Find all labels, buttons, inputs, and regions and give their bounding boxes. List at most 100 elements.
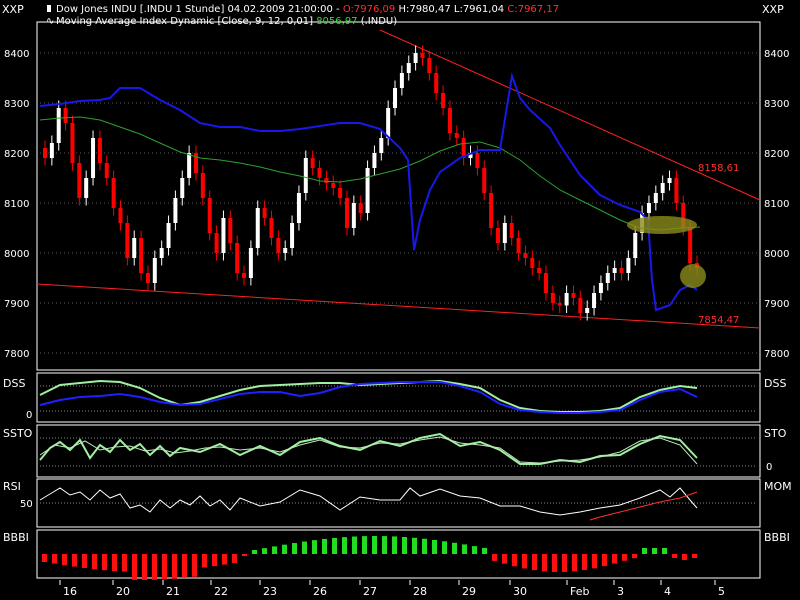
bbbi-bar (112, 554, 117, 572)
bbbi-bar (392, 536, 397, 554)
candle-body (255, 208, 260, 248)
x-tick-label: 28 (413, 585, 427, 598)
upper-channel-label: 8158,61 (698, 163, 739, 174)
price-y-tick-left: 8000 (4, 249, 29, 260)
candle-body (125, 223, 130, 258)
header-high: H:7980,47 (395, 4, 454, 15)
candle-body (324, 178, 329, 183)
price-y-tick-left: 8200 (4, 149, 29, 160)
bbbi-bar (682, 554, 687, 560)
candle-body (187, 153, 192, 178)
candle-body (674, 178, 679, 203)
candle-body (592, 293, 597, 308)
header-close: C:7967,17 (507, 4, 559, 15)
bbbi-bar (52, 554, 57, 564)
bbbi-bar (522, 554, 527, 569)
bbbi-bar (332, 537, 337, 554)
bbbi-bar (552, 554, 557, 572)
x-tick-labels: 16 20 21 22 23 26 27 28 29 30 Feb 3 4 5 (59, 580, 725, 598)
candle-body (200, 173, 205, 198)
candle-body (434, 73, 439, 93)
bbbi-bar (422, 538, 427, 554)
bbbi-bar (172, 554, 177, 579)
candle-body (441, 93, 446, 108)
candle-body (56, 108, 61, 143)
dss-zero-tick: 0 (26, 410, 32, 421)
rsi-50-tick: 50 (20, 499, 33, 510)
candle-body (489, 193, 494, 228)
candle-body (207, 198, 212, 233)
x-tick-label: 23 (263, 585, 277, 598)
candle-legend-icon (47, 5, 51, 12)
candle-body (358, 203, 363, 213)
bbbi-bar (572, 554, 577, 572)
candle-body (43, 148, 47, 158)
bbbi-bar (72, 554, 77, 567)
bbbi-bar (292, 543, 297, 554)
candle-body (626, 258, 631, 273)
candle-body (502, 223, 507, 243)
bbbi-bar (692, 554, 697, 558)
candle-body (393, 88, 398, 108)
price-y-tick-right: 8100 (764, 199, 789, 210)
bbbi-bar (582, 554, 587, 571)
bbbi-bar (452, 542, 457, 554)
candle-body (166, 223, 171, 248)
chart-stage: 7800 7800 7900 7900 8000 8000 8100 8100 8200 8200… (2, 3, 792, 598)
candle-body (132, 238, 137, 258)
sto-label-left: SSTO (3, 427, 33, 440)
bbbi-bar (162, 554, 167, 580)
header-line-1: Dow Jones INDU [.INDU 1 Stunde] 04.02.20… (56, 4, 559, 15)
sto-label-right: STO (764, 427, 787, 440)
candle-body (338, 188, 343, 198)
bbbi-bar (282, 544, 287, 554)
candle-body (139, 238, 144, 273)
x-tick-label: 27 (363, 585, 377, 598)
candle-body (296, 193, 301, 223)
price-y-tick-left: 8300 (4, 99, 29, 110)
candle-body (406, 63, 411, 73)
bbbi-bar (362, 536, 367, 554)
price-y-tick-left: 8100 (4, 199, 29, 210)
header-line-2: Moving Average Index Dynamic [Close, 9, … (56, 16, 397, 27)
bbbi-bar (672, 554, 677, 558)
lower-channel-label: 7854,47 (698, 315, 739, 326)
x-tick-label: 16 (63, 585, 77, 598)
bbbi-bar (492, 554, 497, 561)
candle-body (420, 53, 425, 58)
candle-body (454, 133, 459, 138)
bbbi-bar (512, 554, 517, 567)
candle-body (331, 183, 336, 188)
candle-body (111, 178, 116, 208)
rsi-label-left: RSI (3, 480, 21, 493)
bbbi-bar (352, 536, 357, 554)
bbbi-label-left: BBBI (3, 531, 29, 544)
candle-body (516, 238, 521, 253)
candle-body (660, 183, 665, 193)
candle-body (180, 178, 185, 198)
bbbi-bar (222, 554, 227, 565)
candle-body (413, 53, 418, 63)
x-tick-label: 30 (513, 585, 527, 598)
candle-body (585, 308, 590, 313)
dss-label-right: DSS (764, 377, 786, 390)
bbbi-bar (82, 554, 87, 568)
currency-left: XXP (2, 3, 24, 16)
candle-body (49, 143, 54, 158)
main-price-panel[interactable] (36, 21, 761, 371)
price-y-tick-right: 8200 (764, 149, 789, 160)
bbbi-bar (152, 554, 157, 580)
header-low: L:7961,04 (454, 4, 507, 15)
candle-body (310, 158, 315, 168)
candle-body (509, 223, 514, 238)
price-y-tick-right: 8400 (764, 49, 789, 60)
highlight-ellipse-close (680, 264, 706, 288)
candle-body (344, 198, 349, 228)
x-tick-label: 4 (664, 585, 671, 598)
candle-body (667, 178, 672, 183)
candle-body (544, 273, 549, 293)
bbbi-bar (252, 550, 257, 554)
bbbi-bar (542, 554, 547, 572)
candle-body (571, 293, 576, 298)
bbbi-bar (502, 554, 507, 564)
